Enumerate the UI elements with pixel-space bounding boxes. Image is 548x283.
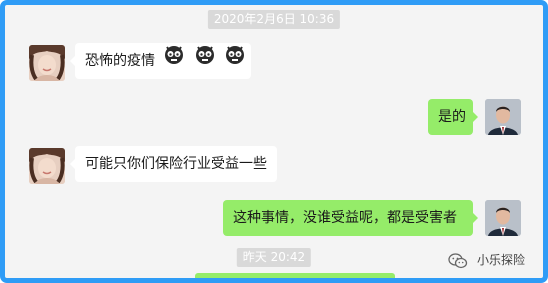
timestamp-1: 2020年2月6日 10:36 [207, 10, 341, 29]
partial-message-bubble [195, 273, 395, 278]
message-bubble-received[interactable]: 可能只你们保险行业受益一些 [70, 146, 277, 182]
message-bubble-sent[interactable]: 是的 [428, 99, 478, 135]
avatar-self[interactable] [485, 200, 521, 236]
message-bubble-received[interactable]: 恐怖的疫情 [70, 43, 251, 79]
skull-face-emoji-icon [194, 43, 216, 79]
avatar-contact[interactable] [29, 148, 65, 184]
message-bubble-sent[interactable]: 这种事情，没谁受益呢，都是受害者 [223, 200, 478, 236]
avatar-self[interactable] [485, 99, 521, 135]
chat-window: 2020年2月6日 10:36 恐怖的疫情 是的 可能只你们保险行业受益一些 这… [0, 0, 548, 283]
skull-face-emoji-icon [163, 43, 185, 79]
timestamp-2: 昨天 20:42 [236, 248, 312, 267]
message-text: 恐怖的疫情 [85, 53, 155, 69]
skull-face-emoji-icon [224, 43, 246, 79]
wechat-icon [448, 252, 477, 268]
avatar-contact[interactable] [29, 45, 65, 81]
message-text: 这种事情，没谁受益呢，都是受害者 [233, 210, 457, 226]
watermark: 小乐探险 [448, 251, 525, 269]
message-text: 是的 [438, 109, 466, 125]
watermark-text: 小乐探险 [476, 253, 525, 267]
message-text: 可能只你们保险行业受益一些 [85, 156, 267, 172]
